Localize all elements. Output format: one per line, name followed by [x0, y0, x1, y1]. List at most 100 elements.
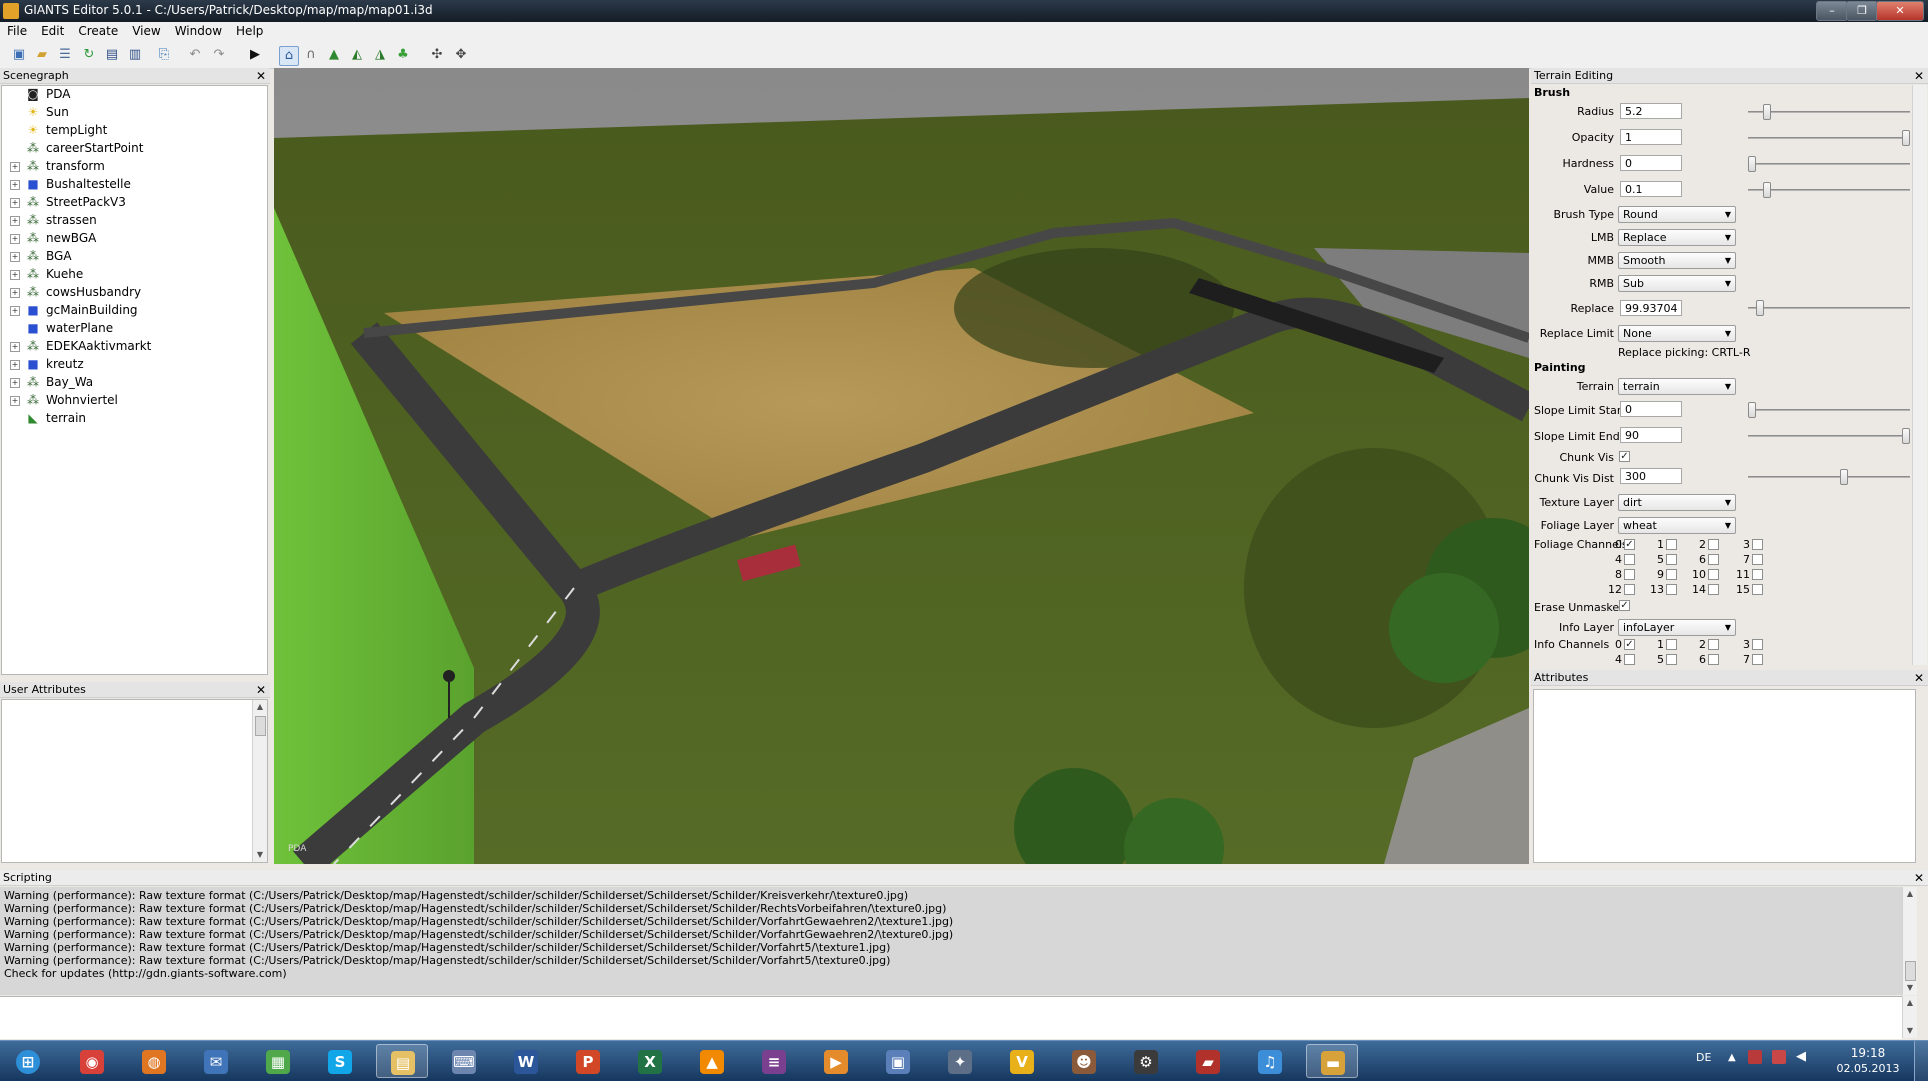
expand-plus-icon[interactable]: +	[10, 270, 20, 280]
terrain-editing-close-icon[interactable]: ✕	[1914, 68, 1924, 84]
replace-slider[interactable]	[1748, 300, 1910, 316]
expand-plus-icon[interactable]: +	[10, 252, 20, 262]
channel-checkbox[interactable]	[1624, 554, 1635, 565]
window-title-bar[interactable]: GIANTS Editor 5.0.1 - C:/Users/Patrick/D…	[0, 0, 1928, 22]
clock-time[interactable]: 19:18	[1838, 1046, 1898, 1060]
taskbar-app[interactable]: ≡	[748, 1044, 800, 1078]
taskbar-app[interactable]: ☻	[1058, 1044, 1110, 1078]
channel-checkbox[interactable]	[1752, 639, 1763, 650]
terrain-paint-icon[interactable]: ◭	[348, 46, 366, 64]
channel-checkbox[interactable]	[1752, 554, 1763, 565]
channel-checkbox[interactable]	[1666, 554, 1677, 565]
mmb-select[interactable]: Smooth ▼	[1618, 252, 1736, 269]
brush-type-select[interactable]: Round ▼	[1618, 206, 1736, 223]
maximize-button[interactable]: ❐	[1846, 1, 1878, 21]
replace-input[interactable]: 99.93704	[1620, 300, 1682, 316]
hardness-slider[interactable]	[1748, 156, 1910, 172]
chunk-vis-checkbox[interactable]: ✓	[1619, 451, 1630, 462]
erase-unmasked-checkbox[interactable]: ✓	[1619, 600, 1630, 611]
tray-app-icon[interactable]	[1748, 1050, 1762, 1064]
info-layer-select[interactable]: infoLayer ▼	[1618, 619, 1736, 636]
scroll-up-arrow-icon[interactable]: ▲	[1903, 887, 1917, 901]
channel-checkbox[interactable]	[1666, 639, 1677, 650]
expand-plus-icon[interactable]: +	[10, 216, 20, 226]
select-mode-icon[interactable]: ⌂	[279, 46, 299, 66]
chunk-vis-dist-slider[interactable]	[1748, 469, 1910, 485]
scroll-thumb[interactable]	[1905, 961, 1916, 981]
taskbar-app[interactable]: W	[500, 1044, 552, 1078]
volume-icon[interactable]: ◀	[1796, 1049, 1806, 1064]
user-attributes-close-icon[interactable]: ✕	[256, 682, 266, 698]
expand-plus-icon[interactable]: +	[10, 342, 20, 352]
network-settings-icon[interactable]: ✥	[452, 46, 470, 64]
expand-plus-icon[interactable]: +	[10, 306, 20, 316]
menu-file[interactable]: File	[0, 22, 34, 38]
foliage-paint-icon[interactable]: ◮	[371, 46, 389, 64]
scenegraph-tree[interactable]	[1, 85, 268, 675]
value-input[interactable]: 0.1	[1620, 181, 1682, 197]
expand-plus-icon[interactable]: +	[10, 288, 20, 298]
hardness-input[interactable]: 0	[1620, 155, 1682, 171]
taskbar-app[interactable]: ✉	[190, 1044, 242, 1078]
menu-view[interactable]: View	[125, 22, 167, 38]
taskbar-app[interactable]: V	[996, 1044, 1048, 1078]
user-attributes-area[interactable]: ▲ ▼	[1, 699, 268, 863]
chunk-vis-dist-slider-thumb[interactable]	[1840, 469, 1848, 485]
expand-plus-icon[interactable]: +	[10, 360, 20, 370]
expand-plus-icon[interactable]: +	[10, 180, 20, 190]
scroll-down-arrow-icon[interactable]: ▼	[1903, 1024, 1917, 1038]
taskbar-app[interactable]: ▶	[810, 1044, 862, 1078]
taskbar-app[interactable]: X	[624, 1044, 676, 1078]
attributes-area[interactable]	[1533, 689, 1916, 863]
taskbar-app[interactable]: ▬	[1306, 1044, 1358, 1078]
close-button[interactable]: ✕	[1876, 1, 1924, 21]
scripting-log-scrollbar[interactable]: ▲ ▼	[1902, 887, 1917, 995]
taskbar-app[interactable]: P	[562, 1044, 614, 1078]
channel-checkbox[interactable]	[1666, 539, 1677, 550]
terrain-editing-scrollbar[interactable]	[1912, 85, 1927, 665]
replace-slider-thumb[interactable]	[1756, 300, 1764, 316]
script-input-field[interactable]	[0, 996, 1902, 1039]
script-input-scrollbar[interactable]: ▲ ▼	[1902, 996, 1917, 1038]
taskbar-app[interactable]: ⚙	[1120, 1044, 1172, 1078]
scripting-close-icon[interactable]: ✕	[1914, 870, 1924, 886]
channel-checkbox[interactable]	[1666, 584, 1677, 595]
scroll-thumb[interactable]	[255, 716, 266, 736]
hardness-slider-thumb[interactable]	[1748, 156, 1756, 172]
slope-limit-start-slider-thumb[interactable]	[1748, 402, 1756, 418]
network-icon[interactable]: ✣	[428, 46, 446, 64]
menu-edit[interactable]: Edit	[34, 22, 71, 38]
expand-plus-icon[interactable]: +	[10, 198, 20, 208]
channel-checkbox[interactable]: ✓	[1624, 539, 1635, 550]
texture-layer-select[interactable]: dirt ▼	[1618, 494, 1736, 511]
lmb-select[interactable]: Replace ▼	[1618, 229, 1736, 246]
channel-checkbox[interactable]	[1666, 569, 1677, 580]
channel-checkbox[interactable]	[1624, 654, 1635, 665]
channel-checkbox[interactable]	[1708, 639, 1719, 650]
menu-window[interactable]: Window	[168, 22, 229, 38]
slope-limit-end-input[interactable]: 90	[1620, 427, 1682, 443]
move-mode-icon[interactable]: ∩	[302, 46, 320, 64]
open-icon[interactable]: ▰	[33, 46, 51, 64]
opacity-slider[interactable]	[1748, 130, 1910, 146]
taskbar-app[interactable]: ⌨	[438, 1044, 490, 1078]
save-icon[interactable]: ▤	[103, 46, 121, 64]
network-status-icon[interactable]	[1772, 1050, 1786, 1064]
foliage-layer-select[interactable]: wheat ▼	[1618, 517, 1736, 534]
channel-checkbox[interactable]	[1624, 584, 1635, 595]
channel-checkbox[interactable]	[1752, 654, 1763, 665]
expand-plus-icon[interactable]: +	[10, 162, 20, 172]
import-icon[interactable]: ⎘	[155, 46, 173, 64]
taskbar-app[interactable]: ▤	[376, 1044, 428, 1078]
redo-icon[interactable]: ↷	[210, 46, 228, 64]
slope-limit-end-slider-thumb[interactable]	[1902, 428, 1910, 444]
scroll-down-arrow-icon[interactable]: ▼	[1903, 981, 1917, 995]
channel-checkbox[interactable]	[1752, 584, 1763, 595]
user-attributes-scrollbar[interactable]: ▲ ▼	[252, 700, 267, 862]
taskbar-app[interactable]: ♫	[1244, 1044, 1296, 1078]
taskbar-app[interactable]: ▰	[1182, 1044, 1234, 1078]
scroll-up-arrow-icon[interactable]: ▲	[253, 700, 267, 714]
expand-plus-icon[interactable]: +	[10, 234, 20, 244]
opacity-slider-thumb[interactable]	[1902, 130, 1910, 146]
menu-create[interactable]: Create	[71, 22, 125, 38]
